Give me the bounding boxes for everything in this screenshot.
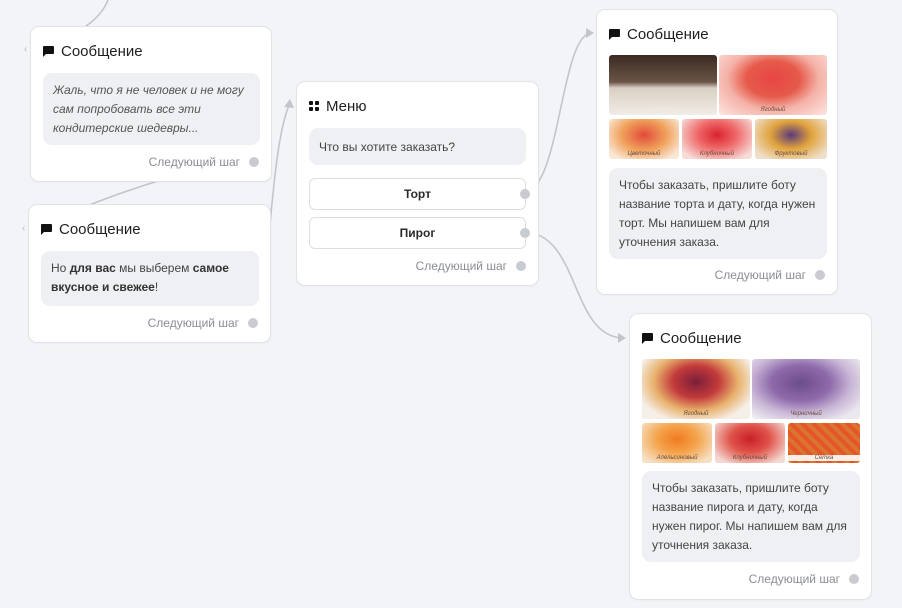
card-title: Сообщение — [627, 25, 709, 43]
message-text: Чтобы заказать, пришлите боту название п… — [652, 481, 847, 552]
message-card-cake[interactable]: Сообщение Свадебный Ягодный Цветочный Кл… — [596, 9, 838, 295]
connector-dot-icon[interactable] — [520, 189, 530, 199]
message-card-mid-left[interactable]: ‹ Сообщение Но для вас мы выберем самое … — [22, 204, 271, 343]
menu-grid-icon — [309, 101, 319, 111]
message-bubble[interactable]: Чтобы заказать, пришлите боту название т… — [609, 168, 827, 259]
image-caption: Ягодный — [683, 411, 709, 417]
next-step: Следующий шаг — [149, 155, 259, 169]
card-title: Меню — [326, 97, 367, 115]
input-arrow-icon: ‹ — [22, 223, 26, 234]
message-text: Чтобы заказать, пришлите боту название т… — [619, 178, 816, 249]
next-step: Следующий шаг — [416, 259, 526, 273]
next-step-label: Следующий шаг — [148, 155, 240, 169]
message-text-bold: для вас — [69, 261, 116, 275]
cake-image[interactable]: Цветочный — [609, 119, 679, 159]
pie-image[interactable]: Апельсиновый — [642, 423, 712, 463]
card-title: Сообщение — [660, 329, 742, 347]
next-step-label: Следующий шаг — [147, 316, 239, 330]
message-bubble[interactable]: Жаль, что я не человек и не могу сам поп… — [43, 73, 260, 145]
wire-arrow-menu — [284, 99, 294, 108]
image-caption: Апельсиновый — [656, 455, 698, 461]
image-caption: Цветочный — [627, 151, 661, 157]
card-header: Сообщение — [43, 41, 143, 61]
connector-dot-icon[interactable] — [815, 270, 825, 280]
connector-dot-icon[interactable] — [849, 574, 859, 584]
menu-question: Что вы хотите заказать? — [319, 140, 456, 154]
menu-question-bubble[interactable]: Что вы хотите заказать? — [309, 128, 526, 165]
menu-button-label: Торт — [404, 187, 431, 201]
card-title: Сообщение — [59, 220, 141, 238]
menu-button-pirog[interactable]: Пирог — [309, 217, 530, 249]
cake-image[interactable]: Ягодный — [719, 55, 827, 115]
message-bubble[interactable]: Чтобы заказать, пришлите боту название п… — [642, 471, 860, 562]
pie-image[interactable]: Клубничный — [715, 423, 785, 463]
wire-arrow-pie — [618, 333, 626, 343]
image-caption: Сетка — [788, 455, 860, 461]
image-caption: Черничный — [790, 411, 822, 417]
pie-image[interactable]: Сетка — [788, 423, 860, 463]
next-step-label: Следующий шаг — [714, 268, 806, 282]
image-caption: Ягодный — [760, 107, 786, 113]
image-gallery[interactable]: Ягодный Черничный Апельсиновый Клубничны… — [642, 359, 860, 463]
cake-image[interactable]: Клубничный — [682, 119, 752, 159]
menu-card[interactable]: Меню Что вы хотите заказать? Торт Пирог … — [296, 81, 539, 286]
cake-image[interactable]: Свадебный — [609, 55, 717, 115]
next-step: Следующий шаг — [148, 316, 258, 330]
menu-button-label: Пирог — [399, 226, 436, 240]
connector-dot-icon[interactable] — [516, 261, 526, 271]
connector-dot-icon[interactable] — [520, 228, 530, 238]
message-icon — [642, 332, 653, 344]
card-header: Меню — [309, 96, 367, 116]
message-card-pie[interactable]: Сообщение Ягодный Черничный Апельсиновый… — [629, 313, 872, 600]
image-caption: Свадебный — [647, 107, 679, 113]
next-step-label: Следующий шаг — [415, 259, 507, 273]
pie-image[interactable]: Ягодный — [642, 359, 750, 419]
next-step-label: Следующий шаг — [748, 572, 840, 586]
message-card-top-left[interactable]: ‹ Сообщение Жаль, что я не человек и не … — [24, 26, 272, 182]
image-caption: Клубничный — [732, 455, 768, 461]
card-title: Сообщение — [61, 42, 143, 60]
message-text: Жаль, что я не человек и не могу сам поп… — [53, 83, 244, 135]
message-icon — [43, 45, 54, 57]
message-text-part: мы выберем — [115, 261, 193, 275]
next-step: Следующий шаг — [715, 268, 825, 282]
wire-arrow-cake — [586, 28, 594, 38]
card-header: Сообщение — [609, 24, 709, 44]
message-icon — [41, 223, 52, 235]
pie-image[interactable]: Черничный — [752, 359, 860, 419]
connector-dot-icon[interactable] — [249, 157, 259, 167]
cake-image[interactable]: Фруктовый — [755, 119, 827, 159]
next-step: Следующий шаг — [749, 572, 859, 586]
input-arrow-icon: ‹ — [24, 44, 28, 55]
card-header: Сообщение — [642, 328, 742, 348]
message-icon — [609, 28, 620, 40]
message-text-part: Но — [51, 261, 70, 275]
image-gallery[interactable]: Свадебный Ягодный Цветочный Клубничный Ф… — [609, 55, 827, 159]
connector-dot-icon[interactable] — [248, 318, 258, 328]
card-header: Сообщение — [41, 219, 141, 239]
menu-button-tort[interactable]: Торт — [309, 178, 530, 210]
image-caption: Клубничный — [699, 151, 735, 157]
message-text-part: ! — [154, 280, 159, 294]
message-bubble[interactable]: Но для вас мы выберем самое вкусное и св… — [41, 251, 259, 306]
image-caption: Фруктовый — [774, 151, 808, 157]
